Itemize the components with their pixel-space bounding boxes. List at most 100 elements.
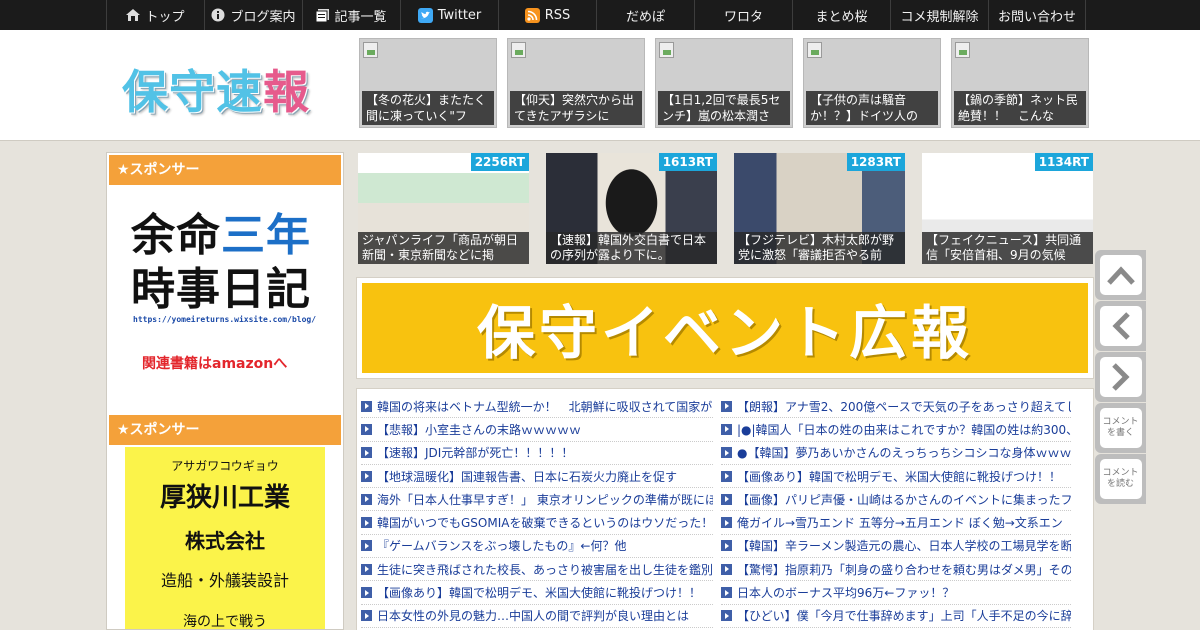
nav-label: コメ規制解除 — [900, 9, 979, 25]
list-item[interactable]: |●|韓国人「日本の姓の由来はこれですか？韓国の姓は約300、日 — [721, 418, 1071, 442]
header-thumb[interactable]: 【仰天】突然穴から出てきたアザラシに — [507, 38, 645, 128]
list-item[interactable]: 日本女性の外見の魅力…中国人の間で評判が良い理由とは — [361, 605, 713, 628]
arrow-right-icon — [721, 517, 732, 529]
sponsor-ad-asagawa[interactable]: アサガワコウギョウ 厚狭川工業 株式会社 造船・外艤装設計 海の上で戦う — [125, 447, 325, 630]
scroll-top-button[interactable] — [1095, 250, 1146, 300]
list-item[interactable]: 【速報】JDI元幹部が死亡！！！！！ — [361, 442, 713, 465]
event-banner[interactable]: 保守イベント広報 — [362, 283, 1088, 373]
list-item[interactable]: 『ゲームバランスをぶっ壊したもの』←何？他 — [361, 535, 713, 559]
list-item[interactable]: 【画像あり】韓国で松明デモ、米国大使館に靴投げつけ！！ — [721, 465, 1071, 489]
sponsor-ad-yomei[interactable]: 余命三年 時事日記 https://yomeireturns.wixsite.c… — [107, 185, 343, 413]
floating-side-buttons: コメントを書く コメントを読む — [1095, 250, 1146, 505]
list-item-text: 【驚愕】指原莉乃「刺身の盛り合わせを頼む男はダメ男」その — [737, 562, 1071, 577]
broken-image-icon — [955, 42, 970, 58]
ad-tagline: 海の上で戦う — [183, 614, 267, 630]
rss-icon — [524, 7, 540, 23]
header-thumb[interactable]: 【鍋の季節】ネット民絶賛！！ こんな — [951, 38, 1089, 128]
list-item[interactable]: 韓国がいつでもGSOMIAを破棄できるというのはウソだった！ — [361, 511, 713, 535]
header-thumb[interactable]: 【1日1,2回で最長5センチ】嵐の松本潤さ — [655, 38, 793, 128]
top-nav-bar: トップ ブログ案内 記事一覧 Twitter RSS だめぽ ワロタ まとめ桜 … — [0, 0, 1200, 30]
arrow-right-icon — [721, 423, 732, 435]
arrow-right-icon — [721, 470, 732, 482]
rt-caption: 【フジテレビ】木村太郎が野党に激怒「審議拒否やる前 — [734, 232, 905, 264]
nav-item-article-list[interactable]: 記事一覧 — [302, 0, 400, 30]
nav-item-twitter[interactable]: Twitter — [400, 0, 498, 30]
list-item[interactable]: 日本人のボーナス平均96万←ファッ！？ — [721, 581, 1071, 605]
list-item[interactable]: 【ひどい】僕「今月で仕事辞めます」上司「人手不足の今に辞 — [721, 605, 1071, 628]
list-icon — [316, 8, 330, 22]
nav-item-top[interactable]: トップ — [106, 0, 204, 30]
arrow-right-icon — [721, 587, 732, 599]
nav-label: だめぽ — [625, 9, 665, 25]
nav-item-comment-unblock[interactable]: コメ規制解除 — [890, 0, 988, 30]
write-comment-button[interactable]: コメントを書く — [1095, 403, 1146, 453]
rt-article[interactable]: 1134RT 【フェイクニュース】共同通信「安倍首相、9月の気候 — [922, 153, 1093, 264]
site-logo[interactable]: 保守速報 — [122, 56, 310, 122]
list-item[interactable]: 俺ガイル→雪乃エンド 五等分→五月エンド ぼく勉→文系エン — [721, 511, 1071, 535]
nav-item-contact[interactable]: お問い合わせ — [988, 0, 1086, 30]
header-thumb[interactable]: 【冬の花火】またたく間に凍っていく"フ — [359, 38, 497, 128]
arrow-right-icon — [361, 400, 372, 412]
thumb-caption: 【鍋の季節】ネット民絶賛！！ こんな — [954, 91, 1086, 125]
site-header: 保守速報 【冬の花火】またたく間に凍っていく"フ 【仰天】突然穴から出てきたアザ… — [0, 30, 1200, 141]
read-comment-face: コメントを読む — [1099, 459, 1142, 499]
chevron-up-icon — [1099, 255, 1142, 295]
nav-item-rss[interactable]: RSS — [498, 0, 596, 30]
rt-article[interactable]: 1613RT 【速報】韓国外交白書で日本の序列が露より下に。 — [546, 153, 717, 264]
list-item-text: 韓国の将来はベトナム型統一か！ 北朝鮮に吸収されて国家が — [377, 399, 713, 414]
rt-caption: 【速報】韓国外交白書で日本の序列が露より下に。 — [546, 232, 717, 264]
list-item[interactable]: 【韓国】辛ラーメン製造元の農心、日本人学校の工場見学を断 — [721, 535, 1071, 559]
previous-article-button[interactable] — [1095, 301, 1146, 351]
arrow-right-icon — [361, 447, 372, 459]
arrow-right-icon — [361, 470, 372, 482]
list-item[interactable]: 【驚愕】指原莉乃「刺身の盛り合わせを頼む男はダメ男」その — [721, 558, 1071, 582]
list-item[interactable]: 【画像あり】韓国で松明デモ、米国大使館に靴投げつけ！！ — [361, 581, 713, 605]
arrow-right-icon — [721, 563, 732, 575]
arrow-right-icon — [361, 423, 372, 435]
thumb-caption: 【仰天】突然穴から出てきたアザラシに — [510, 91, 642, 125]
list-item-text: 【悲報】小室圭さんの末路ｗｗｗｗｗ — [377, 422, 582, 437]
rt-article[interactable]: 1283RT 【フジテレビ】木村太郎が野党に激怒「審議拒否やる前 — [734, 153, 905, 264]
ad-company-name: 厚狭川工業 — [159, 483, 290, 513]
sponsor-title: ★スポンサー — [109, 155, 341, 185]
rt-count-badge: 1134RT — [1034, 153, 1093, 171]
write-comment-label: コメントを書く — [1102, 417, 1139, 438]
list-item[interactable]: 韓国の将来はベトナム型統一か！ 北朝鮮に吸収されて国家が — [361, 395, 713, 419]
nav-item-matome-sakura[interactable]: まとめ桜 — [792, 0, 890, 30]
ad-heading-line2: 時事日記 — [131, 264, 311, 315]
read-comment-button[interactable]: コメントを読む — [1095, 454, 1146, 504]
rt-count-badge: 2256RT — [470, 153, 529, 171]
list-item[interactable]: 【地球温暖化】国連報告書、日本に石炭火力廃止を促す — [361, 465, 713, 489]
header-thumb[interactable]: 【子供の声は騒音か！？】ドイツ人の — [803, 38, 941, 128]
list-item-text: 【画像あり】韓国で松明デモ、米国大使館に靴投げつけ！！ — [377, 586, 702, 601]
ad-company-type: 株式会社 — [185, 529, 265, 553]
thumb-caption: 【1日1,2回で最長5センチ】嵐の松本潤さ — [658, 91, 790, 125]
next-article-button[interactable] — [1095, 352, 1146, 402]
rt-caption: 【フェイクニュース】共同通信「安倍首相、9月の気候 — [922, 232, 1093, 264]
nav-item-warota[interactable]: ワロタ — [694, 0, 792, 30]
logo-text-accent: 報 — [263, 65, 310, 119]
list-item[interactable]: ●【韓国】夢乃あいかさんのえっちっちシコシコな身体ｗｗｗｗｗ — [721, 442, 1071, 465]
list-item-text: 俺ガイル→雪乃エンド 五等分→五月エンド ぼく勉→文系エン — [737, 516, 1063, 531]
news-list-left: 韓国の将来はベトナム型統一か！ 北朝鮮に吸収されて国家が 【悲報】小室圭さんの末… — [361, 395, 713, 628]
broken-image-icon — [807, 42, 822, 58]
arrow-right-icon — [361, 540, 372, 552]
list-item[interactable]: 【朗報】アナ雪2、200億ペースで天気の子をあっさり超えてし — [721, 395, 1071, 419]
list-item[interactable]: 生徒に突き飛ばされた校長、あっさり被害届を出し生徒を鑑別 — [361, 558, 713, 582]
arrow-right-icon — [361, 610, 372, 622]
nav-item-blog-guide[interactable]: ブログ案内 — [204, 0, 302, 30]
list-item[interactable]: 【画像】パリピ声優・山崎はるかさんのイベントに集まったフ — [721, 488, 1071, 512]
list-item-text: ●【韓国】夢乃あいかさんのえっちっちシコシコな身体ｗｗｗｗｗ — [737, 446, 1071, 461]
list-item[interactable]: 【悲報】小室圭さんの末路ｗｗｗｗｗ — [361, 418, 713, 442]
nav-item-damepo[interactable]: だめぽ — [596, 0, 694, 30]
chevron-left-icon — [1099, 306, 1142, 346]
chevron-right-icon — [1099, 357, 1142, 397]
event-banner-frame: 保守イベント広報 — [356, 277, 1094, 379]
broken-image-icon — [363, 42, 378, 58]
rt-article[interactable]: 2256RT ジャパンライフ「商品が朝日新聞・東京新聞などに掲 — [358, 153, 529, 264]
ad-amazon-link[interactable]: 関連書籍はamazonへ — [142, 353, 287, 373]
list-item[interactable]: 海外「日本人仕事早すぎ！」 東京オリンピックの準備が既にほ — [361, 488, 713, 512]
popular-rt-articles: 2256RT ジャパンライフ「商品が朝日新聞・東京新聞などに掲 1613RT 【… — [358, 153, 1093, 264]
arrow-right-icon — [721, 610, 732, 622]
nav-label: ブログ案内 — [230, 9, 296, 25]
